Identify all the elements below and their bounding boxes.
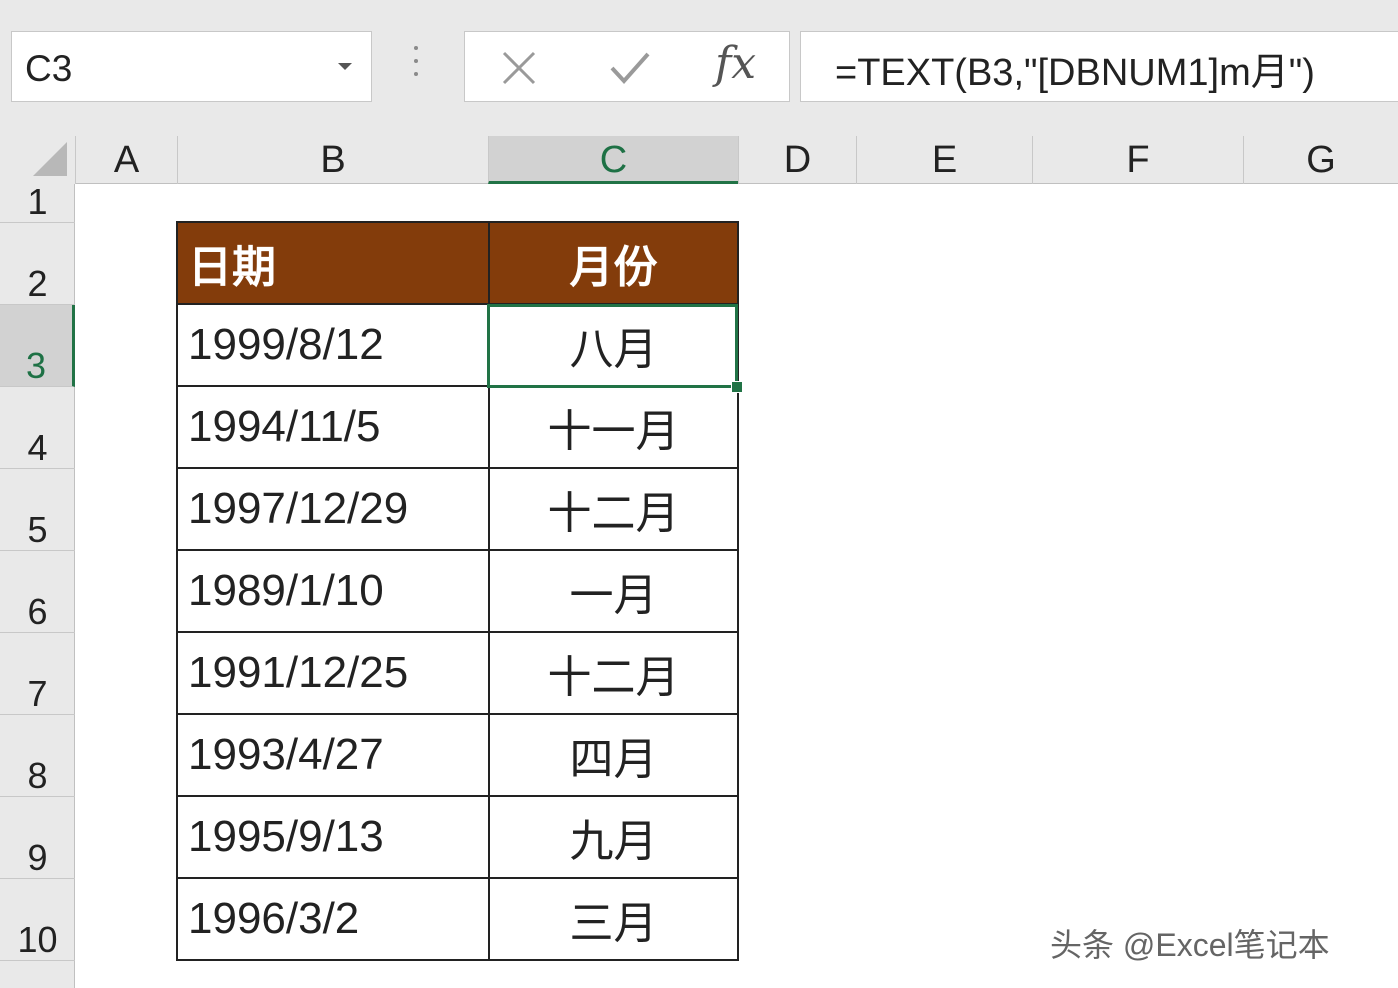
row-header-2[interactable]: 2 [0,223,75,305]
table-row: 1999/8/12 八月 [176,303,739,387]
row-header-9[interactable]: 9 [0,797,75,879]
cell-c10[interactable]: 三月 [488,877,739,961]
cell-c7[interactable]: 十二月 [488,631,739,715]
cell-c2[interactable]: 月份 [488,221,739,305]
column-header-g[interactable]: G [1243,136,1398,184]
select-all-icon [33,142,67,176]
data-table: 日期 月份 1999/8/12 八月 1994/11/5 十一月 1997/12… [176,221,739,961]
cell-b9[interactable]: 1995/9/13 [176,795,490,879]
row-number: 1 [27,181,48,222]
cell-c5[interactable]: 十二月 [488,467,739,551]
cell-c8[interactable]: 四月 [488,713,739,797]
table-header-row: 日期 月份 [176,221,739,305]
column-header-d[interactable]: D [738,136,856,184]
cell-b6[interactable]: 1989/1/10 [176,549,490,633]
cell-b7[interactable]: 1991/12/25 [176,631,490,715]
more-options-icon[interactable] [412,46,420,82]
row-number: 2 [27,263,48,304]
column-header-b[interactable]: B [177,136,488,184]
cell-c3[interactable]: 八月 [488,303,739,387]
formula-actions: fx [464,31,790,102]
column-header-f[interactable]: F [1032,136,1243,184]
row-number: 6 [27,591,48,632]
row-header-6[interactable]: 6 [0,551,75,633]
row-number: 3 [25,345,47,386]
row-header-3[interactable]: 3 [0,305,75,387]
cell-b5[interactable]: 1997/12/29 [176,467,490,551]
row-number: 9 [27,837,48,878]
row-header-7[interactable]: 7 [0,633,75,715]
row-number: 8 [27,755,48,796]
table-row: 1989/1/10 一月 [176,549,739,633]
row-number: 4 [27,427,48,468]
table-row: 1991/12/25 十二月 [176,631,739,715]
cell-c4[interactable]: 十一月 [488,385,739,469]
chevron-down-icon[interactable] [338,63,352,70]
table-row: 1996/3/2 三月 [176,877,739,961]
table-row: 1993/4/27 四月 [176,713,739,797]
cancel-icon[interactable] [501,50,537,86]
cell-b4[interactable]: 1994/11/5 [176,385,490,469]
row-header-8[interactable]: 8 [0,715,75,797]
row-number: 5 [27,509,48,550]
cell-c9[interactable]: 九月 [488,795,739,879]
table-row: 1994/11/5 十一月 [176,385,739,469]
check-icon[interactable] [609,50,651,86]
row-header-4[interactable]: 4 [0,387,75,469]
row-header-5[interactable]: 5 [0,469,75,551]
cell-b8[interactable]: 1993/4/27 [176,713,490,797]
row-header-1[interactable]: 1 [0,181,75,223]
row-header-10[interactable]: 10 [0,879,75,961]
select-all-corner[interactable] [0,136,75,184]
column-header-c[interactable]: C [488,136,738,184]
fill-handle[interactable] [731,381,743,393]
row-number: 10 [17,919,58,960]
formula-bar[interactable]: =TEXT(B3,"[DBNUM1]m月") [800,31,1398,102]
cell-c6[interactable]: 一月 [488,549,739,633]
formula-text: =TEXT(B3,"[DBNUM1]m月") [835,52,1315,94]
row-number: 7 [27,673,48,714]
name-box[interactable]: C3 [11,31,372,102]
cell-b10[interactable]: 1996/3/2 [176,877,490,961]
cell-b3[interactable]: 1999/8/12 [176,303,490,387]
table-row: 1997/12/29 十二月 [176,467,739,551]
column-header-a[interactable]: A [75,136,177,184]
table-row: 1995/9/13 九月 [176,795,739,879]
watermark: 头条 @Excel笔记本 [1050,927,1330,963]
column-header-e[interactable]: E [856,136,1032,184]
name-box-value: C3 [25,48,73,89]
cell-b2[interactable]: 日期 [176,221,490,305]
insert-function-icon[interactable]: fx [715,38,756,89]
